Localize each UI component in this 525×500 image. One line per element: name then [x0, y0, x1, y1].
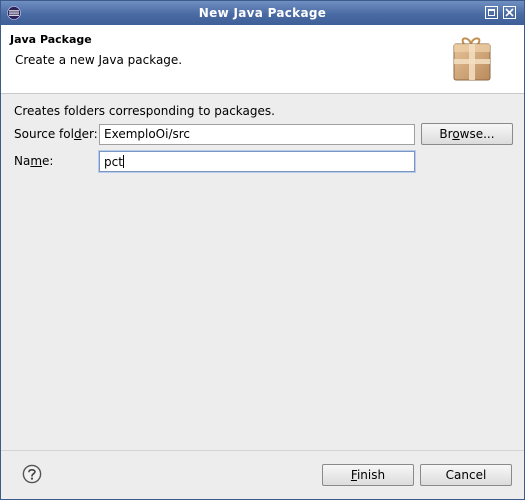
close-icon[interactable]: [503, 6, 516, 19]
name-label: Name:: [14, 154, 54, 168]
footer-divider: [1, 450, 524, 451]
cancel-button[interactable]: Cancel: [420, 464, 512, 486]
source-folder-input[interactable]: ExemploOi/src: [99, 124, 415, 145]
help-icon[interactable]: [22, 464, 42, 484]
source-folder-label: Source folder:: [14, 127, 98, 141]
wizard-title: Java Package: [10, 33, 92, 46]
name-input[interactable]: pct: [99, 151, 415, 172]
name-input-value: pct: [104, 155, 123, 169]
text-caret: [122, 155, 124, 168]
wizard-header: Java Package Create a new Java package.: [1, 25, 524, 94]
maximize-icon[interactable]: [485, 6, 498, 19]
intro-text: Creates folders corresponding to package…: [14, 104, 275, 118]
finish-button[interactable]: Finish: [322, 464, 414, 486]
title-bar[interactable]: New Java Package: [1, 1, 524, 25]
window-title: New Java Package: [198, 6, 327, 20]
wizard-description: Create a new Java package.: [15, 53, 183, 67]
browse-button[interactable]: Browse...: [421, 123, 513, 145]
dialog-window: New Java Package Java Package Create a n…: [0, 0, 525, 500]
package-icon: [453, 37, 491, 81]
